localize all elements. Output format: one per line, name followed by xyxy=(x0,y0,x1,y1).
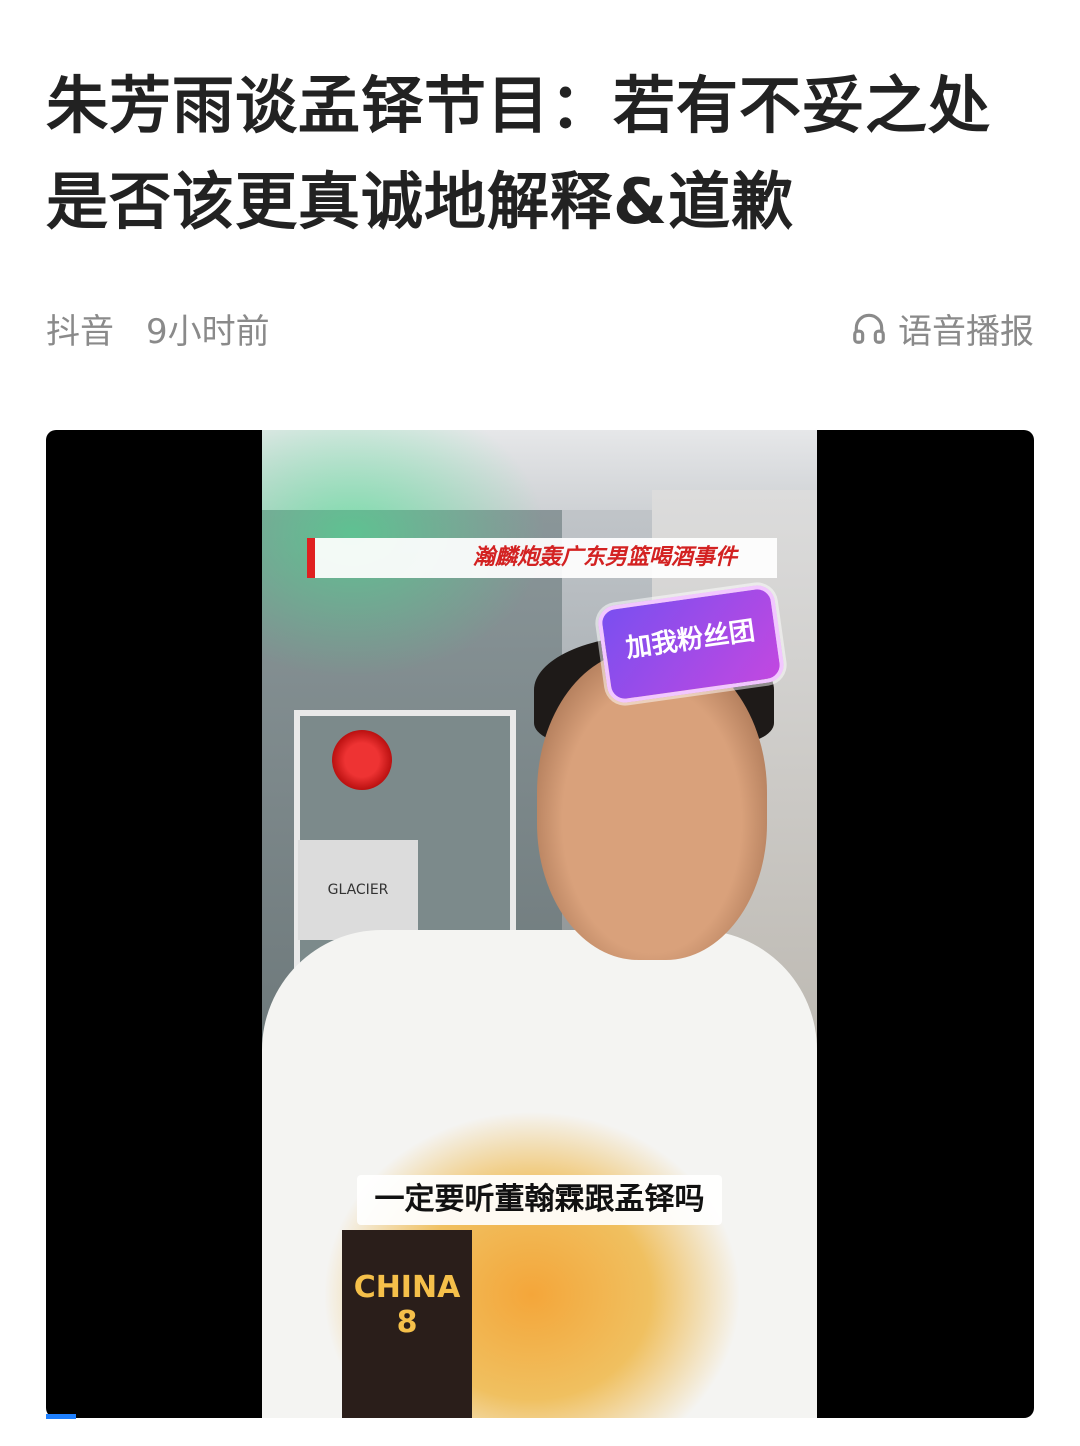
meta-left: 抖音 9小时前 xyxy=(46,304,270,353)
video-progress-bar[interactable] xyxy=(46,1414,76,1419)
video-subtitle: 一定要听董翰霖跟孟铎吗 xyxy=(357,1175,722,1225)
audio-broadcast-label: 语音播报 xyxy=(898,311,1034,352)
jersey-graphic: CHINA 8 xyxy=(342,1230,472,1418)
audio-broadcast-button[interactable]: 语音播报 xyxy=(850,304,1034,353)
video-player[interactable]: GLACIER CHINA 8 瀚麟炮轰广东男篮喝酒事件 加我粉丝团 一定要听董… xyxy=(46,430,1034,1418)
headphone-icon xyxy=(853,313,885,344)
glacier-box: GLACIER xyxy=(298,840,418,940)
video-banner: 瀚麟炮轰广东男篮喝酒事件 xyxy=(307,538,777,578)
time-label: 9小时前 xyxy=(146,311,270,352)
video-frame: GLACIER CHINA 8 瀚麟炮轰广东男篮喝酒事件 加我粉丝团 一定要听董… xyxy=(262,430,817,1418)
article-title: 朱芳雨谈孟铎节目：若有不妥之处是否该更真诚地解释&道歉 xyxy=(46,69,992,238)
flower-decoration xyxy=(332,730,392,790)
source-label[interactable]: 抖音 xyxy=(46,304,114,353)
article-meta: 抖音 9小时前 语音播报 xyxy=(46,304,1034,353)
